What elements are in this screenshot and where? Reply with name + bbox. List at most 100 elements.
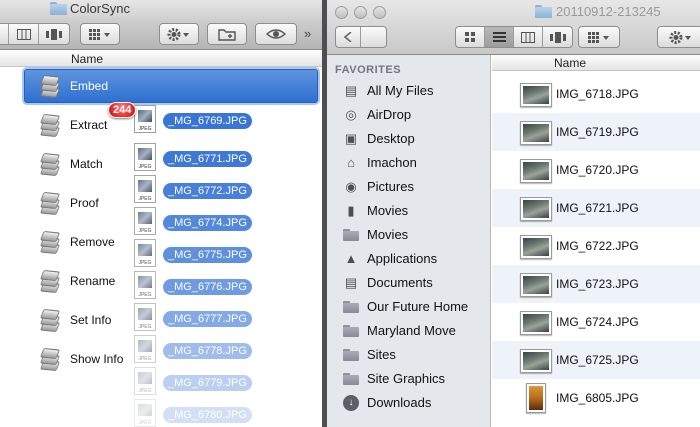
- new-folder-icon: [218, 28, 236, 41]
- image-thumbnail: [520, 273, 552, 297]
- arrange-button[interactable]: [80, 23, 120, 45]
- jpeg-file-icon: JPEG: [134, 335, 156, 363]
- action-label: Set Info: [70, 313, 112, 327]
- image-thumbnail: [526, 383, 546, 413]
- selection-highlight: [24, 69, 318, 103]
- sidebar-item-label: Sites: [367, 347, 396, 362]
- icon-view-button[interactable]: [0, 24, 9, 44]
- film-icon: ▮: [347, 203, 355, 218]
- zoom-button[interactable]: [373, 6, 386, 19]
- sidebar-item-our-future-home[interactable]: Our Future Home: [327, 295, 491, 319]
- file-row[interactable]: IMG_6720.JPG: [492, 151, 700, 189]
- file-row[interactable]: IMG_6721.JPG: [492, 189, 700, 227]
- back-forward-control[interactable]: [335, 26, 387, 48]
- sidebar-item-movies-folder[interactable]: Movies: [327, 223, 491, 247]
- dragged-file: 244 JPEG _MG_6769.JPG: [108, 102, 258, 136]
- action-label: Extract: [70, 118, 108, 132]
- file-row[interactable]: IMG_6723.JPG: [492, 265, 700, 303]
- dragged-file-name: _MG_6780.JPG: [163, 407, 252, 423]
- file-name: IMG_6723.JPG: [556, 277, 639, 291]
- file-row[interactable]: IMG_6719.JPG: [492, 113, 700, 151]
- cover-flow-button[interactable]: [39, 24, 69, 44]
- file-name: IMG_6725.JPG: [556, 353, 639, 367]
- screen: ColorSync » Name Embed Extract Match Pro…: [0, 0, 700, 427]
- jpeg-file-icon: JPEG: [134, 303, 156, 331]
- sidebar-item-label: All My Files: [367, 83, 434, 98]
- dragged-file-name: _MG_6776.JPG: [163, 279, 252, 295]
- file-name: IMG_6719.JPG: [556, 125, 639, 139]
- back-button[interactable]: [336, 27, 362, 47]
- file-row[interactable]: IMG_6725.JPG: [492, 341, 700, 379]
- sidebar-item-downloads[interactable]: ↓ Downloads: [327, 391, 491, 415]
- dragged-file: JPEG _MG_6772.JPG: [132, 174, 258, 206]
- sidebar-item-sites[interactable]: Sites: [327, 343, 491, 367]
- dragged-file-name: _MG_6775.JPG: [163, 247, 252, 263]
- action-row-embed[interactable]: Embed: [0, 67, 322, 106]
- left-window-title: ColorSync: [70, 1, 130, 16]
- jpeg-file-icon: JPEG: [134, 239, 156, 267]
- right-toolbar[interactable]: 20110912-213245: [327, 0, 700, 55]
- automator-action-icon: [36, 112, 62, 138]
- sidebar-item-imachon[interactable]: ⌂ Imachon: [327, 151, 491, 175]
- list-view-button[interactable]: [485, 27, 514, 47]
- forward-button[interactable]: [361, 27, 386, 47]
- minimize-button[interactable]: [354, 6, 367, 19]
- camera-icon: ◉: [345, 179, 357, 194]
- file-name: IMG_6724.JPG: [556, 315, 639, 329]
- documents-icon: ▤: [344, 275, 358, 290]
- icon-view-button[interactable]: [456, 27, 485, 47]
- folder-icon: [343, 229, 359, 241]
- automator-action-icon: [36, 151, 62, 177]
- sidebar-item-label: Documents: [367, 275, 433, 290]
- view-mode-control[interactable]: [0, 23, 70, 45]
- automator-action-icon: [36, 73, 62, 99]
- folder-icon: [50, 2, 67, 15]
- column-view-button[interactable]: [9, 24, 39, 44]
- sidebar-item-desktop[interactable]: ▣ Desktop: [327, 127, 491, 151]
- sidebar-item-documents[interactable]: ▤ Documents: [327, 271, 491, 295]
- image-thumbnail: [520, 197, 552, 221]
- action-label: Match: [70, 157, 103, 171]
- arrange-button[interactable]: [578, 26, 620, 48]
- sidebar-item-label: Movies: [367, 203, 409, 218]
- file-row[interactable]: IMG_6722.JPG: [492, 227, 700, 265]
- dragged-file-name: _MG_6771.JPG: [163, 151, 252, 167]
- image-thumbnail: [520, 349, 552, 373]
- action-button[interactable]: [159, 23, 199, 45]
- left-column-header[interactable]: Name: [0, 51, 322, 67]
- toolbar-overflow-chevron[interactable]: »: [304, 26, 311, 41]
- sidebar-item-applications[interactable]: ▲ Applications: [327, 247, 491, 271]
- close-button[interactable]: [335, 6, 348, 19]
- left-window-titlebar[interactable]: ColorSync: [0, 0, 322, 18]
- image-thumbnail: [520, 235, 552, 259]
- new-folder-button[interactable]: [207, 23, 247, 45]
- file-name: IMG_6718.JPG: [556, 87, 639, 101]
- dragged-file-name: _MG_6777.JPG: [163, 311, 252, 327]
- cover-flow-icon: [46, 28, 62, 40]
- left-toolbar: »: [0, 18, 322, 50]
- sidebar-item-label: Our Future Home: [367, 299, 469, 314]
- sidebar-item-label: Maryland Move: [367, 323, 456, 338]
- sidebar-heading-favorites: FAVORITES: [335, 64, 402, 76]
- file-row[interactable]: IMG_6805.JPG: [492, 379, 700, 417]
- sidebar-item-airdrop[interactable]: ◎ AirDrop: [327, 103, 491, 127]
- action-button[interactable]: [657, 26, 700, 48]
- quick-look-button[interactable]: [255, 23, 297, 45]
- automator-action-icon: [36, 346, 62, 372]
- jpeg-file-icon: JPEG: [134, 105, 156, 133]
- action-label: Show Info: [70, 352, 124, 366]
- view-mode-control[interactable]: [455, 26, 573, 48]
- right-column-header[interactable]: Name: [492, 55, 700, 71]
- dragged-file-name: _MG_6779.JPG: [163, 375, 252, 391]
- sidebar-item-maryland-move[interactable]: Maryland Move: [327, 319, 491, 343]
- action-label: Proof: [70, 196, 99, 210]
- sidebar-item-pictures[interactable]: ◉ Pictures: [327, 175, 491, 199]
- sidebar-item-site-graphics[interactable]: Site Graphics: [327, 367, 491, 391]
- dragged-file: JPEG _MG_6778.JPG: [132, 334, 258, 366]
- file-row[interactable]: IMG_6718.JPG: [492, 75, 700, 113]
- cover-flow-button[interactable]: [543, 27, 572, 47]
- file-row[interactable]: IMG_6724.JPG: [492, 303, 700, 341]
- sidebar-item-movies[interactable]: ▮ Movies: [327, 199, 491, 223]
- column-view-button[interactable]: [514, 27, 543, 47]
- sidebar-item-all-my-files[interactable]: ▤ All My Files: [327, 79, 491, 103]
